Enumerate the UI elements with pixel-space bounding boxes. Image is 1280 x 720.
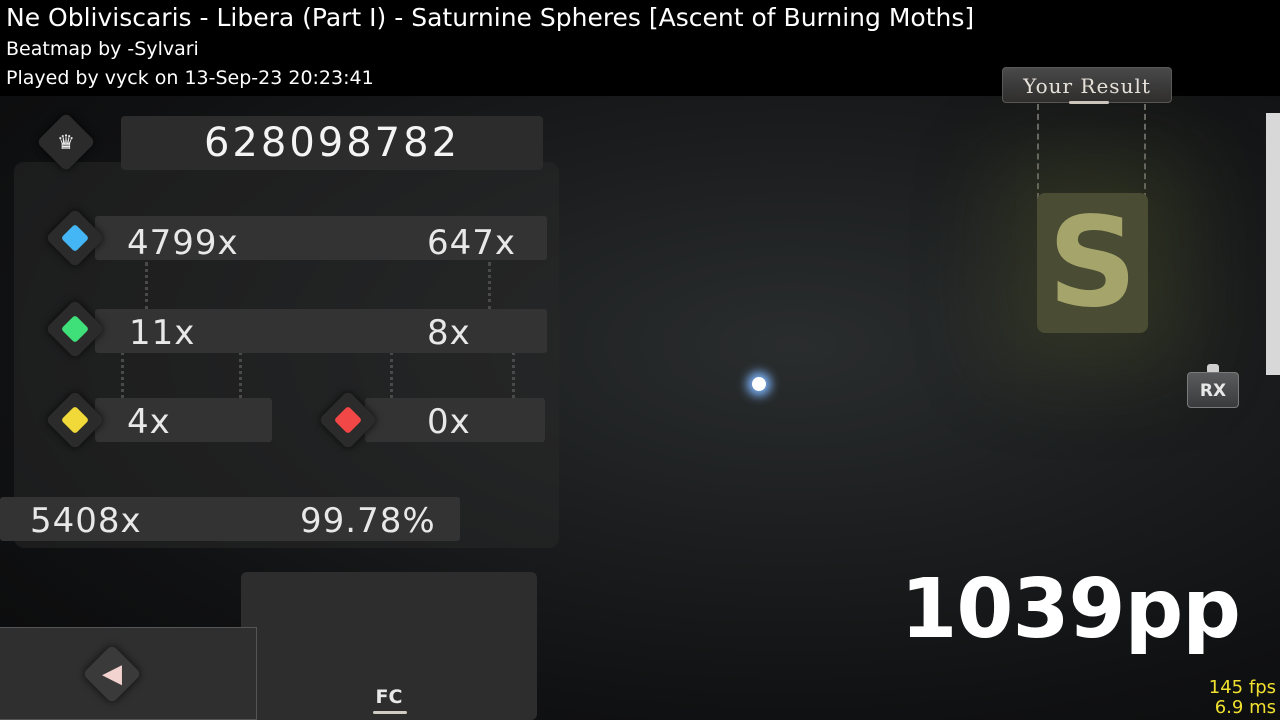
great-badge <box>45 208 105 268</box>
hit-row-50 <box>95 398 272 442</box>
connector <box>121 352 124 398</box>
your-result-tab[interactable]: Your Result <box>1002 67 1172 104</box>
grade-letter: S <box>1047 191 1138 335</box>
connector <box>512 352 515 398</box>
frametime-value: 6.9 ms <box>1214 697 1276 718</box>
rope-left <box>1037 104 1039 199</box>
scrollbar[interactable] <box>1266 113 1280 375</box>
fc-underline <box>373 711 407 714</box>
ok-badge <box>45 299 105 359</box>
mod-relax-badge[interactable]: RX <box>1187 372 1239 408</box>
connector <box>145 262 148 310</box>
beatmap-creator: Beatmap by -Sylvari <box>6 38 199 60</box>
score-box: 628098782 <box>121 116 543 170</box>
accuracy: 99.78% <box>300 501 436 541</box>
connector <box>239 352 242 398</box>
fps-value: 145 fps <box>1208 677 1276 698</box>
fc-label: FC <box>375 686 403 708</box>
song-title: Ne Obliviscaris - Libera (Part I) - Satu… <box>6 3 975 32</box>
crown-icon: ♛ <box>57 130 75 154</box>
fps-counter: 145 fps 6.9 ms <box>1209 678 1276 718</box>
katu-count: 8x <box>427 313 471 353</box>
back-button[interactable]: ◀ <box>82 644 142 704</box>
miss-badge <box>318 390 378 450</box>
miss-count: 0x <box>427 402 471 442</box>
grade-plate: S <box>1037 193 1148 333</box>
connector <box>390 352 393 398</box>
rope-right <box>1144 104 1146 199</box>
cursor-glow <box>752 377 766 391</box>
performance-points: 1039pp <box>900 562 1241 657</box>
played-by: Played by vyck on 13-Sep-23 20:23:41 <box>6 67 374 89</box>
meh-badge <box>45 390 105 450</box>
ok-count: 11x <box>129 313 196 353</box>
meh-count: 4x <box>127 402 171 442</box>
connector <box>488 262 491 310</box>
geki-count: 647x <box>427 223 517 263</box>
score-value: 628098782 <box>203 120 461 166</box>
score-badge: ♛ <box>36 112 96 172</box>
great-count: 4799x <box>127 223 239 263</box>
full-combo-panel: FC <box>241 572 537 720</box>
max-combo: 5408x <box>30 501 142 541</box>
back-arrow-icon: ◀ <box>102 659 122 689</box>
